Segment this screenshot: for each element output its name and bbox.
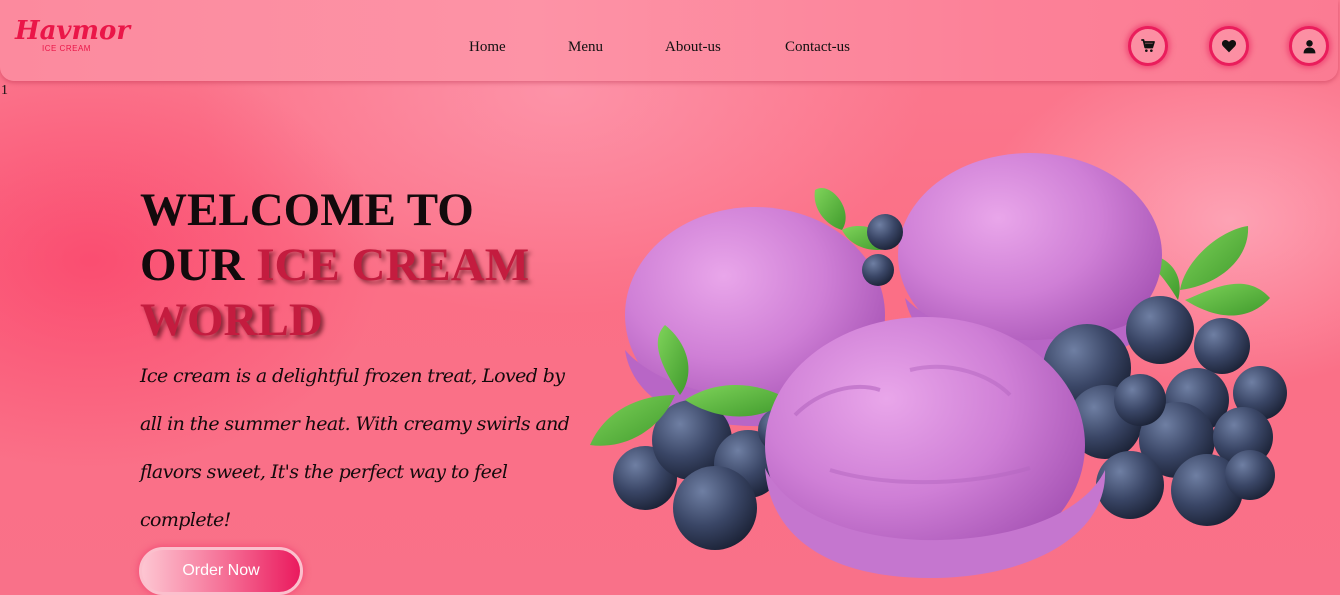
user-icon [1303,39,1315,53]
stray-text: 1 [1,83,8,98]
brand-tagline: ICE CREAM [42,44,91,53]
blueberry-cluster [1043,296,1287,526]
brand-name: Havmor [15,16,131,46]
cart-icon [1141,39,1155,52]
wishlist-button[interactable] [1209,26,1249,66]
account-button[interactable] [1289,26,1329,66]
nav-link-home[interactable]: Home [469,37,506,57]
ice-cream-image [590,153,1287,578]
cart-button[interactable] [1128,26,1168,66]
order-now-button[interactable]: Order Now [139,547,303,595]
nav-link-menu[interactable]: Menu [568,37,603,57]
navbar: Havmor ICE CREAM Home Menu About-us Cont… [0,0,1338,81]
hero-title: WELCOME TO OUR ICE CREAM WORLD [140,183,580,348]
heart-icon [1221,40,1237,53]
nav-link-about-us[interactable]: About-us [665,37,721,57]
hero-description: Ice cream is a delightful frozen treat, … [140,365,570,531]
brand-logo[interactable]: Havmor ICE CREAM [15,16,131,58]
nav-link-contact-us[interactable]: Contact-us [785,37,850,57]
